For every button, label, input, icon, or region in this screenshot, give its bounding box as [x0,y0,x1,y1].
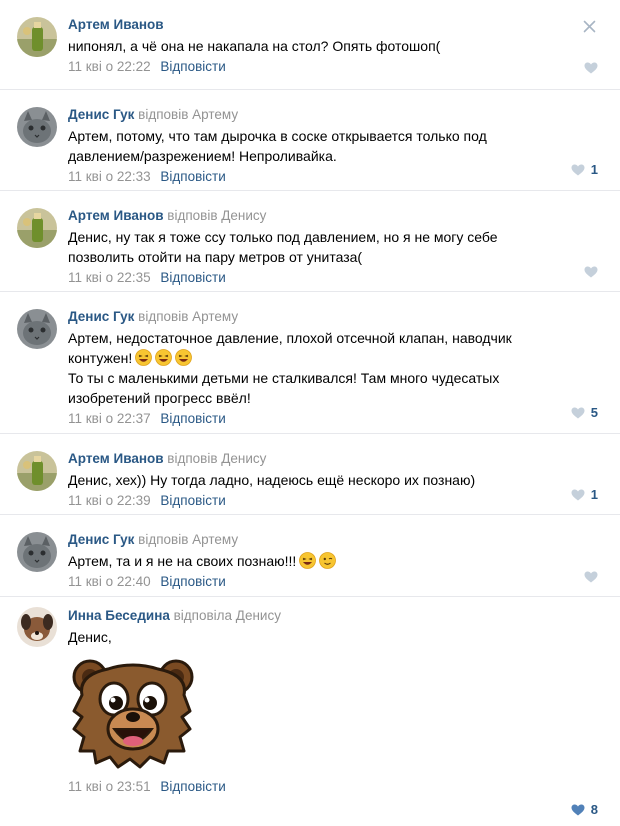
heart-icon [584,571,598,583]
like-button[interactable] [584,266,598,278]
comment-item: Артем Иванов нипонял, а чё она не накапа… [0,0,620,90]
dog-avatar-icon [17,607,57,647]
reply-to-label[interactable]: відповів Денису [167,451,266,466]
comment-date[interactable]: 11 кві о 22:35 [68,270,151,285]
heart-icon [584,62,598,74]
cat-avatar-icon [17,107,57,147]
comment-text: Артем, та и я не на своих познаю!!! [68,551,590,571]
laughing-emoji-icon [299,552,317,569]
comment-text: Денис, [68,629,112,645]
avatar[interactable] [17,17,57,57]
like-count: 1 [590,162,598,177]
comment-text: Артем, потому, что там дырочка в соске о… [68,128,487,164]
heart-icon [571,489,585,501]
bottle-avatar-icon [17,451,57,491]
avatar[interactable] [17,607,57,647]
author-name[interactable]: Артем Иванов [68,451,164,466]
avatar[interactable] [17,451,57,491]
avatar[interactable] [17,532,57,572]
comment-item: Артем Иванов відповів Денису Денис, ну т… [0,191,620,292]
comment-text: нипонял, а чё она не накапала на стол? О… [68,38,441,54]
comment-date[interactable]: 11 кві о 22:40 [68,574,151,589]
author-name[interactable]: Денис Гук [68,532,134,547]
author-name[interactable]: Денис Гук [68,309,134,324]
reply-to-label[interactable]: відповів Артему [138,532,238,547]
like-count: 1 [590,487,598,502]
comment-item: Денис Гук відповів Артему Артем, потому,… [0,90,620,191]
like-button[interactable]: 5 [571,406,598,420]
comment-date[interactable]: 11 кві о 22:33 [68,169,151,184]
comment-item: Артем Иванов відповів Денису Денис, хех)… [0,434,620,515]
reply-to-label[interactable]: відповів Денису [167,208,266,223]
reply-to-label[interactable]: відповів Артему [138,107,238,122]
heart-icon [584,266,598,278]
comment-date[interactable]: 11 кві о 22:39 [68,493,151,508]
comment-item: Денис Гук відповів Артему Артем, та и я … [0,515,620,597]
heart-icon [571,804,585,816]
reply-link[interactable]: Відповісти [160,574,225,589]
bear-sticker-icon [72,659,194,769]
like-button[interactable]: 1 [571,488,598,502]
cat-avatar-icon [17,532,57,572]
like-button[interactable]: 8 [571,803,598,817]
laughing-emoji-icon [155,349,173,366]
reply-link[interactable]: Відповісти [160,270,225,285]
comment-item: Денис Гук відповів Артему Артем, недоста… [0,292,620,434]
wink-emoji-icon [319,552,337,569]
laughing-emoji-icon [135,349,153,366]
heart-icon [571,164,585,176]
comments-thread: Артем Иванов нипонял, а чё она не накапа… [0,0,620,826]
comment-date[interactable]: 11 кві о 22:22 [68,59,151,74]
author-name[interactable]: Инна Беседина [68,608,170,623]
reply-link[interactable]: Відповісти [160,779,225,794]
reply-link[interactable]: Відповісти [160,59,225,74]
author-name[interactable]: Артем Иванов [68,17,164,32]
like-count: 8 [590,802,598,817]
comment-text: Денис, ну так я тоже ссу только под давл… [68,229,498,265]
comment-date[interactable]: 11 кві о 23:51 [68,779,151,794]
comment-date[interactable]: 11 кві о 22:37 [68,411,151,426]
reply-link[interactable]: Відповісти [160,169,225,184]
avatar[interactable] [17,208,57,248]
comment-item: Инна Беседина відповіла Денису Денис, 11… [0,597,620,826]
like-button[interactable]: 1 [571,163,598,177]
comment-text: Денис, хех)) Ну тогда ладно, надеюсь ещё… [68,472,476,488]
author-name[interactable]: Денис Гук [68,107,134,122]
laughing-emoji-icon [175,349,193,366]
reply-link[interactable]: Відповісти [160,411,225,426]
reply-link[interactable]: Відповісти [160,493,225,508]
author-name[interactable]: Артем Иванов [68,208,164,223]
reply-to-label[interactable]: відповів Артему [138,309,238,324]
heart-icon [571,407,585,419]
like-count: 5 [590,405,598,420]
bear-sticker[interactable] [68,655,198,770]
like-button[interactable] [584,62,598,74]
cat-avatar-icon [17,309,57,349]
bottle-avatar-icon [17,208,57,248]
avatar[interactable] [17,107,57,147]
reply-to-label[interactable]: відповіла Денису [174,608,281,623]
avatar[interactable] [17,309,57,349]
comment-text: Артем, недостаточное давление, плохой от… [68,330,512,406]
like-button[interactable] [584,571,598,583]
bottle-avatar-icon [17,17,57,57]
